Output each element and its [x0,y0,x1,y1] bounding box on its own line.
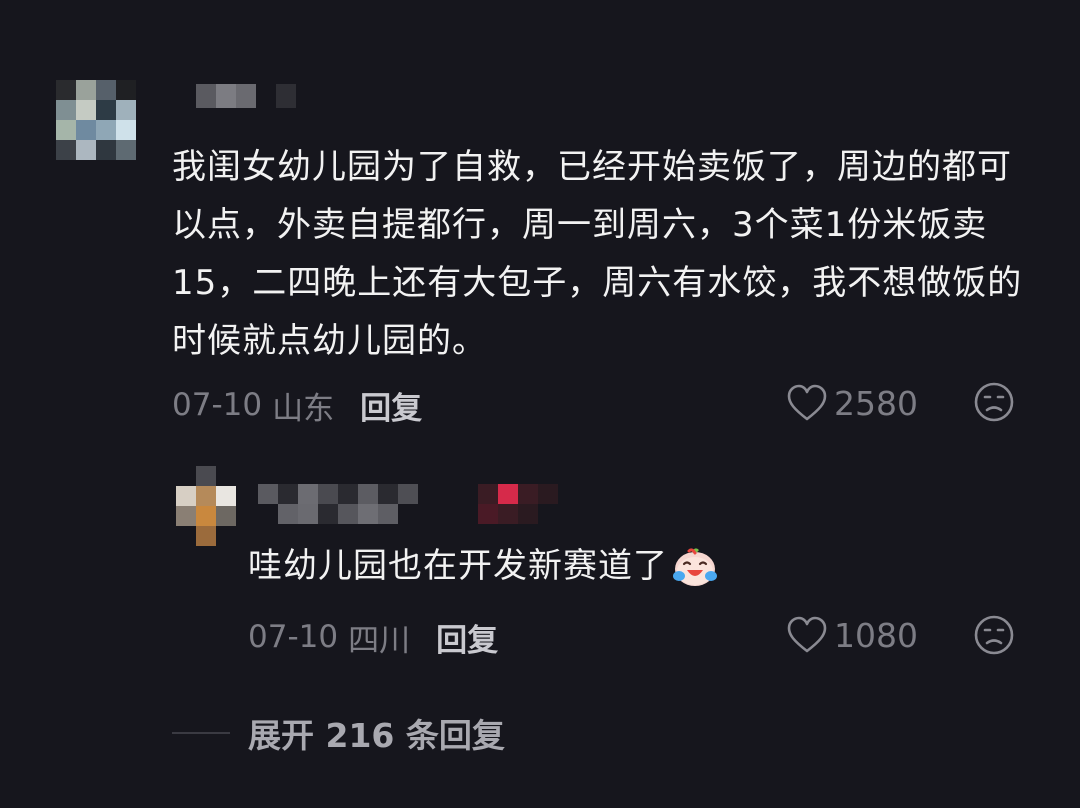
comment-region: 山东 [272,390,335,427]
like-count: 2580 [834,383,918,423]
reply-like-count: 1080 [834,615,918,655]
frown-face-icon[interactable] [973,381,1015,423]
reply-button[interactable]: 回复 [360,383,422,428]
comment-text: 我闺女幼儿园为了自救，已经开始卖饭了，周边的都可以点，外卖自提都行，周一到周六，… [172,147,1023,361]
expand-replies-label: 展开 216 条回复 [248,716,505,755]
reply-meta: 07-10 四川 回复 [248,612,498,662]
divider-line [172,732,230,734]
reply-like-button[interactable]: 1080 [786,608,918,662]
comment-date: 07-10 [172,387,263,423]
commenter-avatar[interactable] [56,80,136,160]
replier-name[interactable] [258,484,578,524]
reply-region: 四川 [348,622,411,659]
heart-outline-icon [787,384,827,421]
comment-meta: 07-10 山东 回复 [172,380,422,430]
crying-laughing-emoji-icon [673,547,717,586]
commenter-name[interactable] [176,84,296,108]
frown-face-icon[interactable] [973,614,1015,656]
comment-thread: 我闺女幼儿园为了自救，已经开始卖饭了，周边的都可以点，外卖自提都行，周一到周六，… [0,0,1080,808]
reply-to-reply-button[interactable]: 回复 [436,615,498,660]
replier-avatar[interactable] [176,466,236,546]
heart-outline-icon [787,616,827,653]
like-button[interactable]: 2580 [786,376,918,430]
reply-date: 07-10 [248,619,339,655]
reply-text: 哇幼儿园也在开发新赛道了 [248,538,808,594]
reply-text-content: 哇幼儿园也在开发新赛道了 [248,546,668,586]
expand-replies-button[interactable]: 展开 216 条回复 [172,708,505,758]
